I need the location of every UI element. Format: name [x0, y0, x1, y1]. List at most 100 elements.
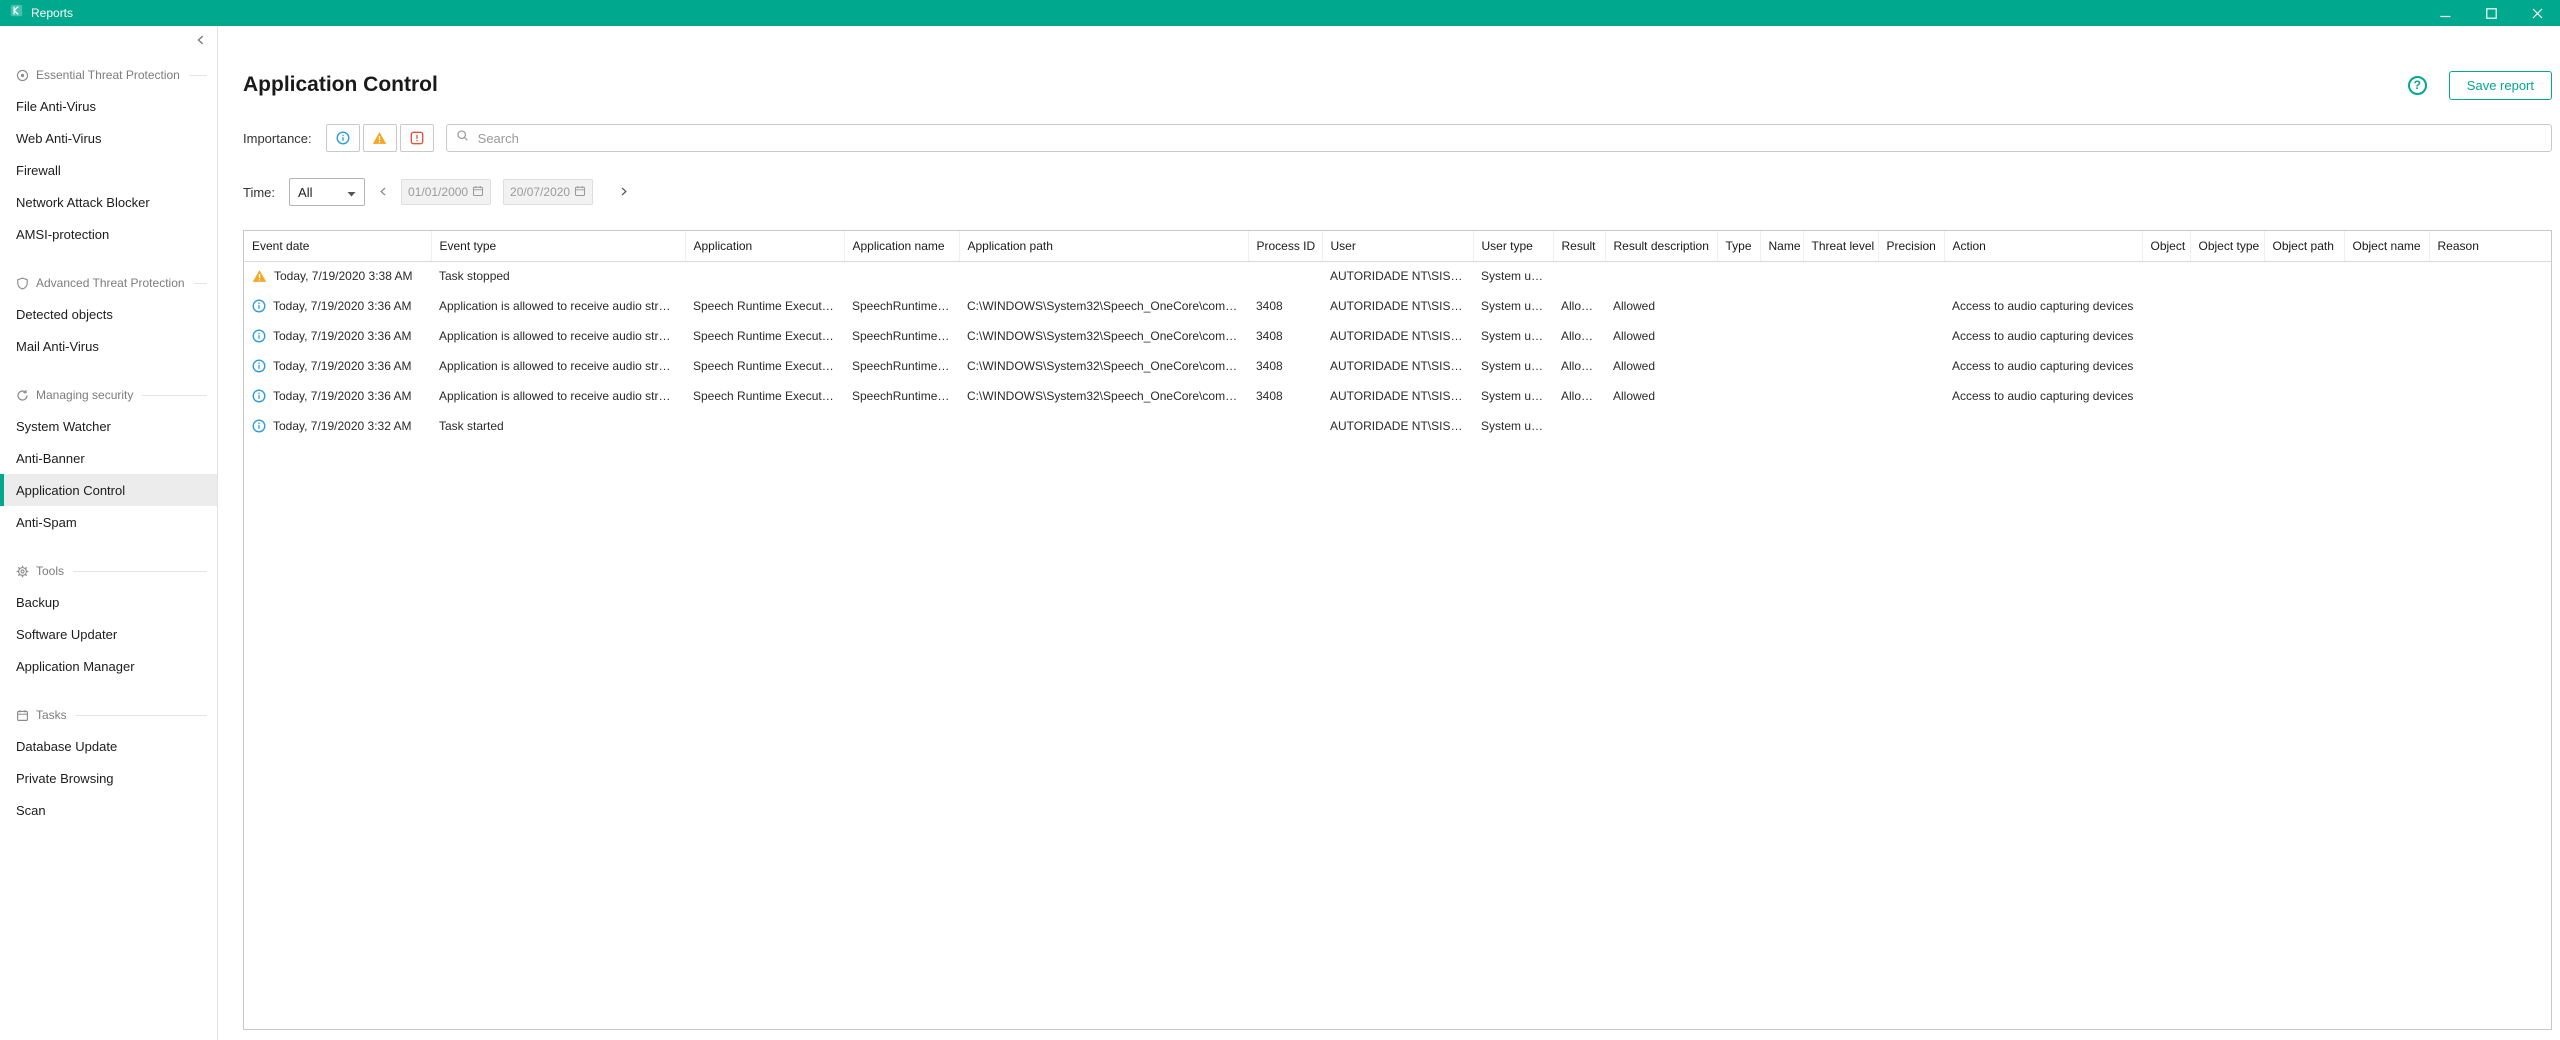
column-header-action[interactable]: Action [1944, 231, 2142, 261]
cell-application: Speech Runtime Executable [685, 321, 844, 351]
sidebar-item-anti-banner[interactable]: Anti-Banner [0, 442, 217, 474]
cell-application: Speech Runtime Executable [685, 291, 844, 321]
cell-object-path [2264, 351, 2344, 381]
importance-warning-button[interactable] [363, 124, 397, 152]
column-header-object-type[interactable]: Object type [2190, 231, 2264, 261]
sidebar-item-backup[interactable]: Backup [0, 586, 217, 618]
column-header-application[interactable]: Application [685, 231, 844, 261]
column-header-application-name[interactable]: Application name [844, 231, 959, 261]
event-date-text: Today, 7/19/2020 3:36 AM [273, 329, 412, 343]
date-from-value: 01/01/2000 [408, 185, 468, 199]
minimize-button[interactable] [2422, 0, 2468, 26]
chevron-right-icon [618, 185, 629, 200]
sidebar-item-amsi-protection[interactable]: AMSI-protection [0, 218, 217, 250]
sidebar-item-network-attack-blocker[interactable]: Network Attack Blocker [0, 186, 217, 218]
sidebar-section-label: Advanced Threat Protection [36, 276, 185, 290]
column-header-user-type[interactable]: User type [1473, 231, 1553, 261]
cell-process-id: 3408 [1248, 321, 1322, 351]
sidebar-section-header-managing-security: Managing security [16, 388, 207, 402]
table-row[interactable]: Today, 7/19/2020 3:36 AMApplication is a… [244, 291, 2552, 321]
event-date-text: Today, 7/19/2020 3:36 AM [273, 299, 412, 313]
sidebar-item-software-updater[interactable]: Software Updater [0, 618, 217, 650]
column-header-result-description[interactable]: Result description [1605, 231, 1717, 261]
cell-result [1553, 411, 1605, 441]
cell-action: Access to audio capturing devices [1944, 351, 2142, 381]
cell-result [1553, 261, 1605, 291]
cell-precision [1878, 381, 1944, 411]
sidebar-collapse-button[interactable] [193, 32, 209, 48]
cell-name [1760, 321, 1803, 351]
column-header-precision[interactable]: Precision [1878, 231, 1944, 261]
cell-name [1760, 411, 1803, 441]
help-icon[interactable]: ? [2408, 76, 2427, 95]
column-header-object[interactable]: Object [2142, 231, 2190, 261]
cell-reason [2429, 411, 2552, 441]
cell-application-name: SpeechRuntime.exe [844, 291, 959, 321]
sidebar-item-private-browsing[interactable]: Private Browsing [0, 762, 217, 794]
date-to-field[interactable]: 20/07/2020 [503, 179, 593, 205]
sidebar-section-label: Tasks [36, 708, 67, 722]
sidebar-item-system-watcher[interactable]: System Watcher [0, 410, 217, 442]
column-header-result[interactable]: Result [1553, 231, 1605, 261]
cell-application-path [959, 261, 1248, 291]
sidebar-item-file-anti-virus[interactable]: File Anti-Virus [0, 90, 217, 122]
cell-result-description [1605, 261, 1717, 291]
cell-process-id: 3408 [1248, 291, 1322, 321]
sidebar-item-anti-spam[interactable]: Anti-Spam [0, 506, 217, 538]
date-from-field[interactable]: 01/01/2000 [401, 179, 491, 205]
cell-application-path: C:\WINDOWS\System32\Speech_OneCore\commo… [959, 321, 1248, 351]
circle-icon [16, 69, 29, 82]
column-header-type[interactable]: Type [1717, 231, 1760, 261]
column-header-application-path[interactable]: Application path [959, 231, 1248, 261]
calendar-icon [574, 185, 586, 200]
importance-critical-button[interactable] [400, 124, 434, 152]
cell-process-id: 3408 [1248, 351, 1322, 381]
time-select[interactable]: All [289, 178, 365, 206]
info-icon [252, 329, 266, 343]
table-row[interactable]: Today, 7/19/2020 3:36 AMApplication is a… [244, 351, 2552, 381]
cell-object [2142, 351, 2190, 381]
sidebar-item-web-anti-virus[interactable]: Web Anti-Virus [0, 122, 217, 154]
app-logo-icon [10, 4, 23, 22]
search-input[interactable] [476, 130, 2542, 147]
importance-info-button[interactable] [326, 124, 360, 152]
close-button[interactable] [2514, 0, 2560, 26]
save-report-button[interactable]: Save report [2449, 71, 2552, 100]
previous-period-button[interactable] [370, 178, 396, 206]
cell-object [2142, 321, 2190, 351]
maximize-button[interactable] [2468, 0, 2514, 26]
event-date-text: Today, 7/19/2020 3:38 AM [274, 269, 413, 283]
sidebar-item-database-update[interactable]: Database Update [0, 730, 217, 762]
column-header-object-path[interactable]: Object path [2264, 231, 2344, 261]
sidebar-item-application-control[interactable]: Application Control [0, 474, 217, 506]
event-date-text: Today, 7/19/2020 3:36 AM [273, 389, 412, 403]
sidebar-item-mail-anti-virus[interactable]: Mail Anti-Virus [0, 330, 217, 362]
window-title: Reports [31, 6, 73, 20]
sidebar-item-scan[interactable]: Scan [0, 794, 217, 826]
column-header-reason[interactable]: Reason [2429, 231, 2552, 261]
column-header-name[interactable]: Name [1760, 231, 1803, 261]
sync-icon [16, 389, 29, 402]
cell-threat-level [1803, 411, 1878, 441]
section-divider [189, 75, 207, 76]
sidebar-item-firewall[interactable]: Firewall [0, 154, 217, 186]
sidebar-item-application-manager[interactable]: Application Manager [0, 650, 217, 682]
cell-object-name [2344, 321, 2429, 351]
table-row[interactable]: Today, 7/19/2020 3:36 AMApplication is a… [244, 381, 2552, 411]
column-header-event-date[interactable]: Event date [244, 231, 431, 261]
table-row[interactable]: Today, 7/19/2020 3:32 AMTask startedAUTO… [244, 411, 2552, 441]
column-header-user[interactable]: User [1322, 231, 1473, 261]
column-header-event-type[interactable]: Event type [431, 231, 685, 261]
column-header-process-id[interactable]: Process ID [1248, 231, 1322, 261]
next-period-button[interactable] [610, 178, 636, 206]
search-icon [456, 129, 469, 147]
search-box[interactable] [446, 124, 2552, 152]
cell-name [1760, 381, 1803, 411]
sidebar-item-detected-objects[interactable]: Detected objects [0, 298, 217, 330]
cell-precision [1878, 291, 1944, 321]
cell-object-name [2344, 261, 2429, 291]
column-header-threat-level[interactable]: Threat level [1803, 231, 1878, 261]
column-header-object-name[interactable]: Object name [2344, 231, 2429, 261]
table-row[interactable]: Today, 7/19/2020 3:38 AMTask stoppedAUTO… [244, 261, 2552, 291]
table-row[interactable]: Today, 7/19/2020 3:36 AMApplication is a… [244, 321, 2552, 351]
